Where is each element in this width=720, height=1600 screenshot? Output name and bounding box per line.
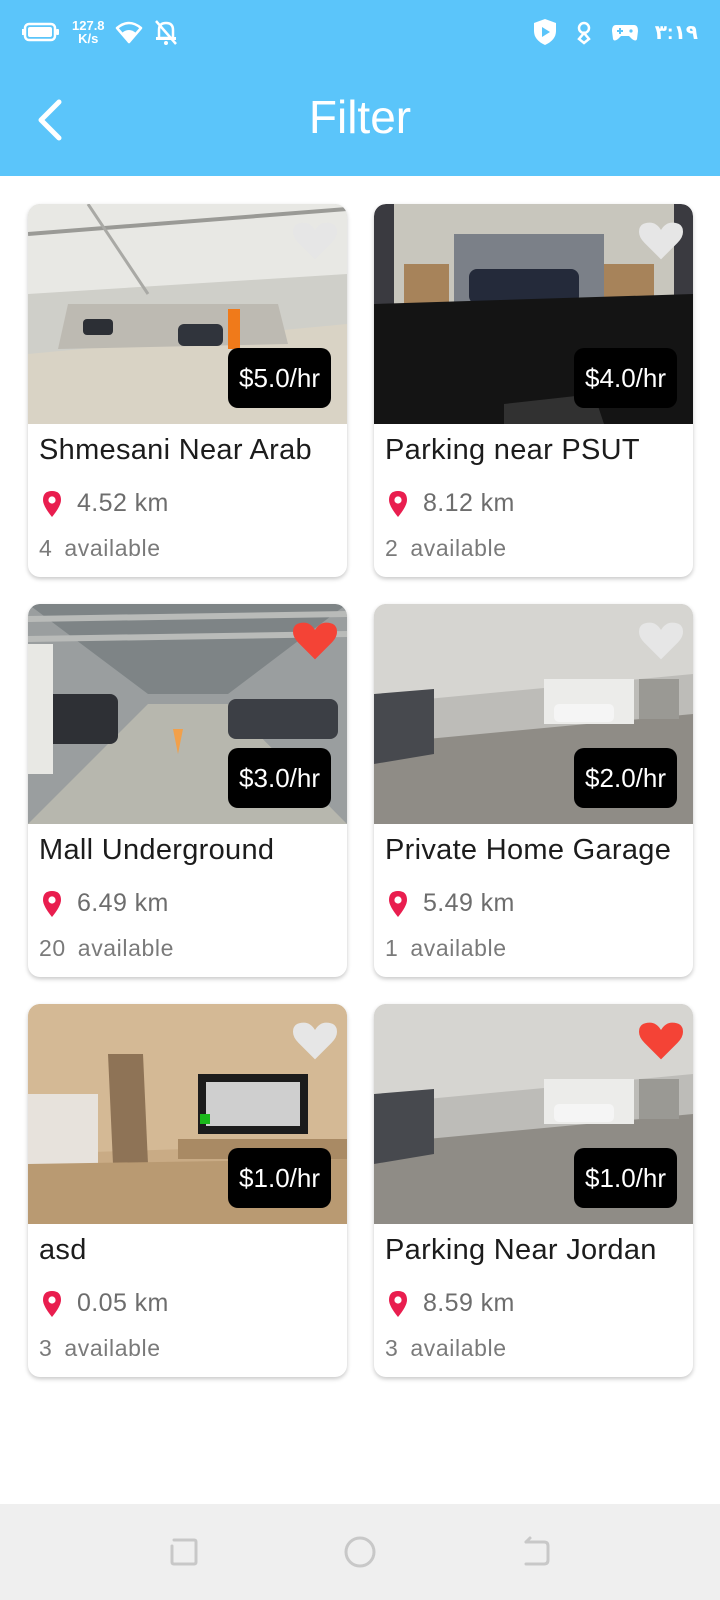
room-photo: $1.0/hr [28, 1004, 347, 1224]
price-badge: $3.0/hr [228, 748, 331, 808]
location-pin-icon [389, 1290, 407, 1317]
parking-card[interactable]: $1.0/hr asd 0.05 km 3 available [28, 1004, 347, 1377]
favorite-icon[interactable] [293, 220, 337, 262]
favorite-icon[interactable] [639, 620, 683, 662]
availability: 3 available [385, 1335, 519, 1362]
garage-photo: $5.0/hr [28, 204, 347, 424]
distance-row: 0.05 km [41, 1289, 169, 1318]
available-count: 3 [39, 1335, 53, 1361]
distance-row: 5.49 km [387, 889, 515, 918]
favorite-icon[interactable] [639, 1020, 683, 1062]
status-bar: 127.8 K/s ٣:١٩ [0, 0, 720, 64]
available-label: available [410, 935, 507, 961]
wifi-icon [115, 21, 142, 44]
distance-row: 8.12 km [387, 489, 515, 518]
available-count: 1 [385, 935, 399, 961]
location-pin-icon [389, 890, 407, 917]
listing-name: Parking Near Jordan [385, 1234, 657, 1266]
location-icon [576, 21, 591, 45]
available-label: available [410, 1335, 507, 1361]
garage-photo: $2.0/hr [374, 604, 693, 824]
favorite-icon[interactable] [639, 220, 683, 262]
distance-text: 8.59 km [423, 1289, 515, 1317]
listing-name: Mall Underground [39, 834, 275, 866]
available-count: 20 [39, 935, 66, 961]
price-badge: $1.0/hr [228, 1148, 331, 1208]
availability: 3 available [39, 1335, 173, 1362]
price-badge: $1.0/hr [574, 1148, 677, 1208]
listing-name: Parking near PSUT [385, 434, 640, 466]
price-badge: $2.0/hr [574, 748, 677, 808]
app-bar: Filter [0, 64, 720, 176]
available-label: available [77, 935, 174, 961]
net-speed-unit: K/s [78, 31, 99, 46]
game-controller-icon [611, 25, 638, 41]
recent-apps-icon[interactable] [166, 1534, 202, 1570]
available-label: available [64, 1335, 161, 1361]
notifications-off-icon [154, 20, 177, 45]
system-nav-bar [0, 1504, 720, 1600]
shield-icon [533, 19, 556, 45]
parking-card[interactable]: $5.0/hr Shmesani Near Arab 4.52 km 4 avai… [28, 204, 347, 577]
distance-row: 8.59 km [387, 1289, 515, 1318]
parking-card[interactable]: $1.0/hr Parking Near Jordan 8.59 km 3 ava… [374, 1004, 693, 1377]
parking-card[interactable]: $3.0/hr Mall Underground 6.49 km 20 avail… [28, 604, 347, 977]
listing-name: asd [39, 1234, 87, 1266]
garage-photo: $1.0/hr [374, 1004, 693, 1224]
garage-photo: $3.0/hr [28, 604, 347, 824]
price-badge: $4.0/hr [574, 348, 677, 408]
parking-card[interactable]: $2.0/hr Private Home Garage 5.49 km 1 ava… [374, 604, 693, 977]
distance-text: 8.12 km [423, 489, 515, 517]
available-count: 2 [385, 535, 399, 561]
favorite-icon[interactable] [293, 620, 337, 662]
availability: 20 available [39, 935, 186, 962]
available-count: 3 [385, 1335, 399, 1361]
parking-card[interactable]: $4.0/hr Parking near PSUT 8.12 km 2 avail… [374, 204, 693, 577]
distance-text: 5.49 km [423, 889, 515, 917]
battery-icon [22, 22, 59, 42]
available-label: available [64, 535, 161, 561]
back-icon[interactable] [518, 1534, 554, 1570]
distance-text: 4.52 km [77, 489, 169, 517]
distance-text: 0.05 km [77, 1289, 169, 1317]
availability: 2 available [385, 535, 519, 562]
distance-text: 6.49 km [77, 889, 169, 917]
availability: 4 available [39, 535, 173, 562]
favorite-icon[interactable] [293, 1020, 337, 1062]
listing-name: Shmesani Near Arab [39, 434, 312, 466]
listing-name: Private Home Garage [385, 834, 672, 866]
location-pin-icon [389, 490, 407, 517]
price-badge: $5.0/hr [228, 348, 331, 408]
availability: 1 available [385, 935, 519, 962]
garage-photo: $4.0/hr [374, 204, 693, 424]
location-pin-icon [43, 490, 61, 517]
location-pin-icon [43, 890, 61, 917]
distance-row: 6.49 km [41, 889, 169, 918]
distance-row: 4.52 km [41, 489, 169, 518]
home-icon[interactable] [342, 1534, 378, 1570]
available-label: available [410, 535, 507, 561]
network-speed: 127.8 K/s [72, 19, 105, 45]
location-pin-icon [43, 1290, 61, 1317]
status-time: ٣:١٩ [654, 21, 698, 44]
parking-grid: $5.0/hr Shmesani Near Arab 4.52 km 4 avai… [28, 204, 694, 1377]
page-title: Filter [308, 91, 412, 143]
available-count: 4 [39, 535, 53, 561]
